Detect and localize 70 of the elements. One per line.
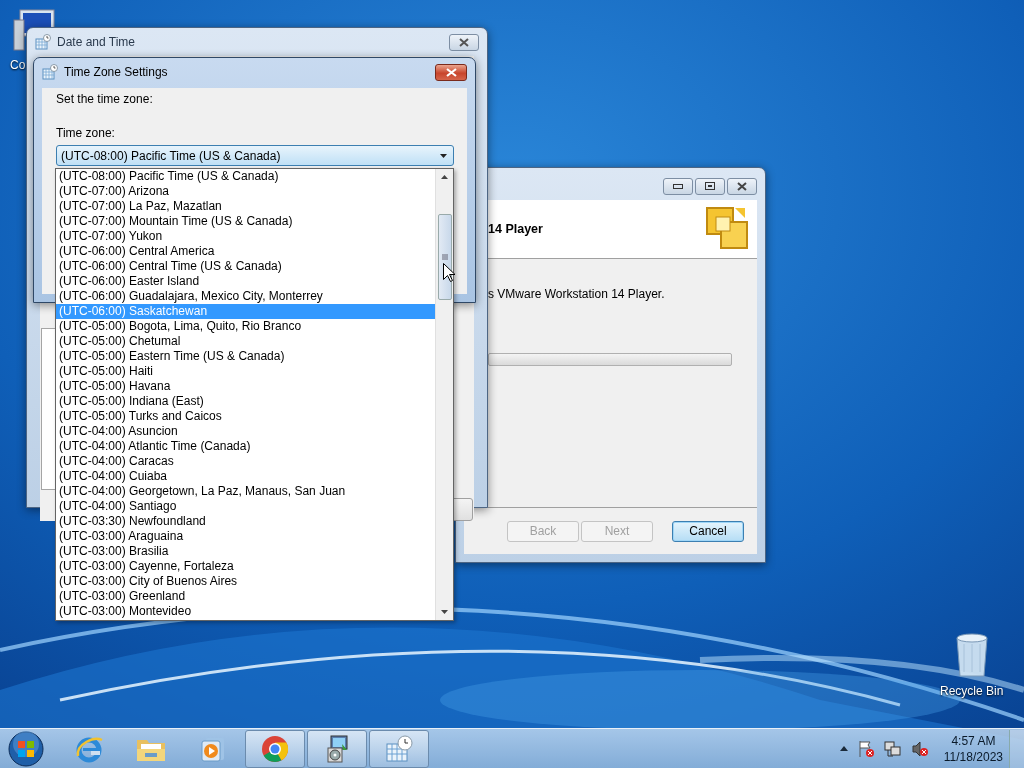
grip-icon — [441, 254, 448, 260]
prompt-text: Set the time zone: — [56, 92, 154, 106]
list-option[interactable]: (UTC-05:00) Turks and Caicos — [56, 409, 435, 424]
list-option[interactable]: (UTC-03:30) Newfoundland — [56, 514, 435, 529]
minimize-button[interactable] — [663, 177, 693, 195]
installer-description: s VMware Workstation 14 Player. — [488, 287, 666, 301]
list-option[interactable]: (UTC-06:00) Central America — [56, 244, 435, 259]
list-option[interactable]: (UTC-03:00) Greenland — [56, 589, 435, 604]
list-option[interactable]: (UTC-05:00) Haiti — [56, 364, 435, 379]
taskbar-button[interactable] — [307, 729, 367, 768]
list-option[interactable]: (UTC-04:00) Santiago — [56, 499, 435, 514]
close-button[interactable] — [449, 33, 479, 51]
network-icon[interactable] — [883, 739, 902, 758]
scroll-thumb[interactable] — [437, 214, 452, 300]
list-option[interactable]: (UTC-06:00) Guadalajara, Mexico City, Monterrey — [56, 289, 435, 304]
chrome-icon — [260, 733, 290, 764]
flag-icon[interactable] — [856, 739, 875, 758]
close-icon — [459, 37, 469, 47]
maximize-button[interactable] — [695, 177, 725, 195]
list-option[interactable]: (UTC-05:00) Chetumal — [56, 334, 435, 349]
list-option[interactable]: (UTC-04:00) Atlantic Time (Canada) — [56, 439, 435, 454]
list-option[interactable]: (UTC-05:00) Havana — [56, 379, 435, 394]
list-option[interactable]: (UTC-04:00) Cuiaba — [56, 469, 435, 484]
calendar-clock-icon — [384, 733, 414, 764]
desktop-icon-label: Recycle Bin — [940, 684, 1004, 698]
list-option[interactable]: (UTC-07:00) Mountain Time (US & Canada) — [56, 214, 435, 229]
taskbar-button[interactable] — [369, 729, 429, 768]
list-option[interactable]: (UTC-06:00) Easter Island — [56, 274, 435, 289]
installer-heading: 14 Player — [488, 222, 543, 236]
list-option[interactable]: (UTC-04:00) Asuncion — [56, 424, 435, 439]
list-option[interactable]: (UTC-03:00) City of Buenos Aires — [56, 574, 435, 589]
start-button[interactable] — [6, 729, 46, 768]
close-icon — [445, 67, 457, 77]
list-option[interactable]: (UTC-07:00) Arizona — [56, 184, 435, 199]
close-button[interactable] — [435, 63, 467, 81]
show-hidden-icons-icon[interactable] — [839, 746, 848, 751]
minimize-icon — [673, 183, 683, 189]
window-title: Date and Time — [57, 35, 137, 49]
calendar-clock-icon — [35, 34, 51, 50]
list-option[interactable]: (UTC-07:00) Yukon — [56, 229, 435, 244]
list-option[interactable]: (UTC-03:00) Montevideo — [56, 604, 435, 619]
field-label: Time zone: — [56, 126, 116, 140]
list-option[interactable]: (UTC-03:00) Brasilia — [56, 544, 435, 559]
list-option[interactable]: (UTC-05:00) Bogota, Lima, Quito, Rio Branco — [56, 319, 435, 334]
desktop-icon-label: Co — [10, 58, 26, 72]
scrollbar[interactable] — [435, 169, 453, 620]
list-option[interactable]: (UTC-04:00) Georgetown, La Paz, Manaus, San Juan — [56, 484, 435, 499]
dialog-title: Time Zone Settings — [64, 65, 169, 79]
list-option[interactable]: (UTC-05:00) Eastern Time (US & Canada) — [56, 349, 435, 364]
list-option[interactable]: (UTC-05:00) Indiana (East) — [56, 394, 435, 409]
calendar-clock-icon — [42, 64, 58, 80]
list-option[interactable]: (UTC-04:00) Caracas — [56, 454, 435, 469]
dropdown-arrow-icon — [440, 153, 447, 158]
clock-time[interactable]: 4:57 AM — [951, 733, 996, 748]
clock-date[interactable]: 11/18/2023 — [943, 749, 1003, 764]
scroll-up-icon[interactable] — [441, 175, 448, 179]
maximize-icon — [705, 182, 715, 190]
close-icon — [737, 181, 747, 191]
list-option[interactable]: (UTC-08:00) Pacific Time (US & Canada) — [56, 169, 435, 184]
logo-icon — [705, 206, 749, 252]
close-button[interactable] — [727, 177, 757, 195]
wizard-button[interactable]: Cancel — [672, 520, 744, 542]
list-option[interactable]: (UTC-03:00) Araguaina — [56, 529, 435, 544]
list-option[interactable]: (UTC-07:00) La Paz, Mazatlan — [56, 199, 435, 214]
list-option[interactable]: (UTC-03:00) Cayenne, Fortaleza — [56, 559, 435, 574]
list-option[interactable]: (UTC-06:00) Central Time (US & Canada) — [56, 259, 435, 274]
volume-muted-icon[interactable] — [910, 739, 929, 758]
taskbar-button[interactable] — [245, 729, 305, 768]
scroll-down-icon[interactable] — [441, 610, 448, 614]
time-zone-dropdown[interactable]: (UTC-08:00) Pacific Time (US & Canada) — [56, 145, 454, 166]
